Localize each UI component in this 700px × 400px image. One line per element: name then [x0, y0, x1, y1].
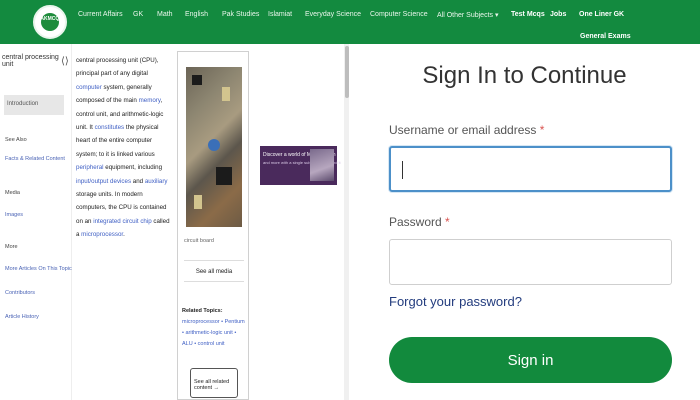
nav-islamiat[interactable]: Islamiat — [268, 11, 292, 18]
nav-english[interactable]: English — [185, 11, 208, 18]
article-text: . — [123, 231, 125, 239]
sidebar-link-images[interactable]: Images — [5, 212, 23, 218]
article-link[interactable]: integrated circuit chip — [93, 218, 151, 225]
related-topics: Related Topics: microprocessor • Pentium… — [182, 306, 248, 350]
nav-computer-science[interactable]: Computer Science — [370, 11, 428, 18]
password-input[interactable] — [389, 239, 672, 285]
username-label-text: Username or email address — [389, 123, 537, 137]
nav-test-mcqs[interactable]: Test Mcqs — [511, 11, 545, 18]
component-shape — [194, 195, 202, 209]
related-topics-label: Related Topics: — [182, 308, 223, 314]
article-link[interactable]: input/output devices — [76, 178, 131, 185]
article-link[interactable]: constitutes — [95, 124, 125, 131]
ad-banner[interactable]: Discover a world of Microsoft fun and mo… — [260, 146, 341, 185]
article-link[interactable]: memory — [139, 97, 161, 104]
article-text: central processing unit (CPU), principal… — [76, 57, 159, 78]
sidebar-heading-more: More — [5, 244, 18, 250]
article-body: central processing unit (CPU), principal… — [72, 44, 177, 400]
sidebar-item-introduction[interactable]: Introduction — [4, 95, 64, 115]
nav-pak-studies[interactable]: Pak Studies — [222, 11, 259, 18]
sidebar-heading-media: Media — [5, 190, 20, 196]
username-input[interactable] — [389, 146, 672, 192]
see-all-related-button[interactable]: See all related content → — [190, 368, 238, 398]
sign-in-button[interactable]: Sign in — [389, 337, 672, 383]
nav-jobs[interactable]: Jobs — [550, 11, 566, 18]
nav-math[interactable]: Math — [157, 11, 173, 18]
nav-current-affairs[interactable]: Current Affairs — [78, 11, 123, 18]
text-cursor — [402, 161, 403, 179]
article-text: and — [131, 177, 145, 185]
nav-general-exams[interactable]: General Exams — [580, 33, 631, 40]
forgot-password-link[interactable]: Forgot your password? — [389, 294, 522, 309]
cpu-image[interactable] — [186, 67, 242, 227]
nav-all-other-subjects[interactable]: All Other Subjects ▾ — [437, 11, 498, 19]
top-navbar: PAKMCQS Current Affairs GK Math English … — [0, 0, 700, 44]
component-shape — [222, 87, 230, 101]
zoom-icon[interactable] — [208, 139, 220, 151]
password-label-text: Password — [389, 215, 442, 229]
article-link[interactable]: microprocessor — [81, 231, 123, 238]
sidebar-search-value[interactable]: central processing unit — [2, 54, 68, 70]
site-logo[interactable]: PAKMCQS — [33, 5, 67, 39]
media-panel: circuit board See all media Related Topi… — [177, 51, 249, 400]
sidebar-link-more-articles[interactable]: More Articles On This Topic — [5, 266, 72, 272]
sign-in-title: Sign In to Continue — [422, 62, 627, 89]
related-topics-links[interactable]: microprocessor • Pentium • arithmetic-lo… — [182, 319, 245, 347]
sidebar-link-facts[interactable]: Facts & Related Content — [5, 156, 65, 162]
article-link[interactable]: peripheral — [76, 164, 104, 171]
password-label: Password * — [389, 215, 450, 229]
see-all-media-button[interactable]: See all media — [184, 260, 244, 282]
username-label: Username or email address * — [389, 123, 544, 137]
nav-everyday-science[interactable]: Everyday Science — [305, 11, 361, 18]
article-text: equipment, including — [103, 164, 163, 172]
sidebar-link-contributors[interactable]: Contributors — [5, 290, 35, 296]
expand-icon[interactable]: ⟨⟩ — [61, 56, 69, 67]
sidebar-heading-see-also: See Also — [5, 137, 27, 143]
article-link[interactable]: auxiliary — [145, 178, 168, 185]
media-caption: circuit board — [184, 238, 214, 244]
ad-column: Discover a world of Microsoft fun and mo… — [249, 44, 344, 400]
chip-shape — [192, 75, 202, 85]
article-paragraph: central processing unit (CPU), principal… — [76, 54, 174, 242]
sidebar-link-article-history[interactable]: Article History — [5, 314, 39, 320]
required-mark: * — [539, 123, 545, 137]
sign-in-panel: Sign In to Continue Username or email ad… — [349, 44, 700, 400]
nav-one-liner-gk[interactable]: One Liner GK — [579, 11, 624, 18]
nav-gk[interactable]: GK — [133, 11, 143, 18]
article-sidebar: central processing unit ⟨⟩ Introduction … — [0, 44, 72, 400]
chip-shape — [216, 167, 232, 185]
logo-text: PAKMCQS — [37, 16, 63, 22]
required-mark: * — [445, 215, 450, 229]
ad-image — [310, 149, 334, 181]
article-link[interactable]: computer — [76, 84, 102, 91]
